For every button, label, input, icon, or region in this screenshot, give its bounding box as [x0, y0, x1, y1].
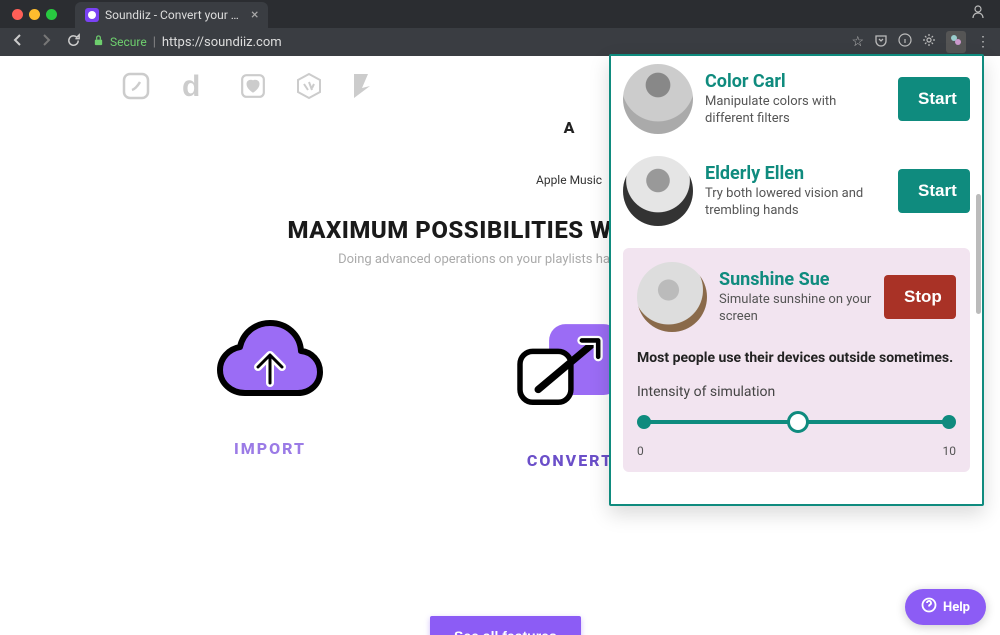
cloud-upload-icon: [210, 315, 330, 419]
help-button[interactable]: Help: [905, 589, 986, 625]
persona-name: Sunshine Sue: [719, 269, 872, 290]
persona-desc: Try both lowered vision and trembling ha…: [705, 186, 886, 220]
secure-label: Secure: [110, 35, 147, 49]
arrow-shape-icon: [352, 72, 374, 104]
info-icon[interactable]: [898, 33, 912, 51]
popup-scrollbar[interactable]: [976, 66, 982, 494]
menu-kebab-icon[interactable]: ⋮: [976, 34, 990, 50]
slider-min-icon: [637, 415, 651, 429]
hexagon-icon: [294, 71, 324, 105]
persona-info: Elderly Ellen Try both lowered vision an…: [705, 163, 886, 220]
active-persona-description: Most people use their devices outside so…: [637, 350, 956, 366]
avatar: [637, 262, 707, 332]
back-button[interactable]: [10, 32, 26, 52]
deezer-icon: d: [180, 70, 212, 106]
url-text: https://soundiiz.com: [162, 35, 282, 50]
profile-icon[interactable]: [970, 4, 992, 24]
minimize-window-icon[interactable]: [29, 9, 40, 20]
persona-info: Sunshine Sue Simulate sunshine on your s…: [719, 269, 872, 326]
slider-min-label: 0: [637, 444, 644, 458]
start-button-carl[interactable]: Start: [898, 77, 970, 121]
persona-elderly-ellen: Elderly Ellen Try both lowered vision an…: [623, 156, 970, 226]
persona-info: Color Carl Manipulate colors with differ…: [705, 71, 886, 128]
star-icon[interactable]: ☆: [851, 34, 864, 50]
settings-gear-icon[interactable]: [922, 33, 936, 51]
persona-sunshine-sue: Sunshine Sue Simulate sunshine on your s…: [637, 262, 956, 332]
scrollbar-thumb[interactable]: [976, 194, 981, 314]
persona-name: Elderly Ellen: [705, 163, 886, 184]
stop-button-sue[interactable]: Stop: [884, 275, 956, 319]
start-button-ellen[interactable]: Start: [898, 169, 970, 213]
close-window-icon[interactable]: [12, 9, 23, 20]
heart-icon: [240, 73, 266, 103]
slider-thumb[interactable]: [787, 411, 809, 433]
browser-chrome: Soundiiz - Convert your music × Secure |…: [0, 0, 1000, 56]
help-label: Help: [943, 600, 970, 615]
close-tab-icon[interactable]: ×: [251, 7, 258, 23]
lock-icon: [93, 35, 104, 49]
apple-music-glyph: A: [536, 118, 602, 137]
persona-color-carl: Color Carl Manipulate colors with differ…: [623, 64, 970, 134]
feature-import-label: IMPORT: [234, 439, 306, 458]
reload-button[interactable]: [66, 33, 81, 52]
slider-label: Intensity of simulation: [637, 384, 956, 400]
extension-popup: Color Carl Manipulate colors with differ…: [609, 54, 984, 506]
persona-desc: Simulate sunshine on your screen: [719, 292, 872, 326]
browser-toolbar: Secure | https://soundiiz.com ☆ ⋮: [0, 28, 1000, 56]
slider-max-icon: [942, 415, 956, 429]
persona-active-card: Sunshine Sue Simulate sunshine on your s…: [623, 248, 970, 472]
favicon-icon: [85, 8, 99, 22]
maximize-window-icon[interactable]: [46, 9, 57, 20]
apple-music-label: Apple Music: [536, 173, 602, 187]
avatar: [623, 156, 693, 226]
slider-range-labels: 0 10: [637, 444, 956, 458]
slider-max-label: 10: [943, 444, 957, 458]
pocket-icon[interactable]: [874, 33, 888, 51]
extension-icon[interactable]: [946, 31, 966, 53]
browser-tab[interactable]: Soundiiz - Convert your music ×: [75, 2, 268, 28]
persona-desc: Manipulate colors with different filters: [705, 94, 886, 128]
tab-bar: Soundiiz - Convert your music ×: [0, 0, 1000, 28]
see-all-features-button[interactable]: See all features: [430, 616, 581, 635]
feature-convert-label: CONVERT: [527, 451, 613, 470]
forward-button[interactable]: [38, 32, 54, 52]
feature-import: IMPORT: [170, 315, 370, 470]
help-question-icon: [921, 597, 937, 617]
svg-text:d: d: [182, 70, 200, 102]
avatar: [623, 64, 693, 134]
toolbar-actions: ☆ ⋮: [851, 31, 990, 53]
saavn-icon: [120, 70, 152, 106]
address-bar[interactable]: Secure | https://soundiiz.com: [93, 35, 839, 50]
intensity-slider[interactable]: [637, 410, 956, 440]
apple-music-service[interactable]: A Apple Music: [536, 118, 602, 187]
persona-name: Color Carl: [705, 71, 886, 92]
window-controls[interactable]: [12, 9, 57, 20]
tab-title: Soundiiz - Convert your music: [105, 8, 245, 22]
